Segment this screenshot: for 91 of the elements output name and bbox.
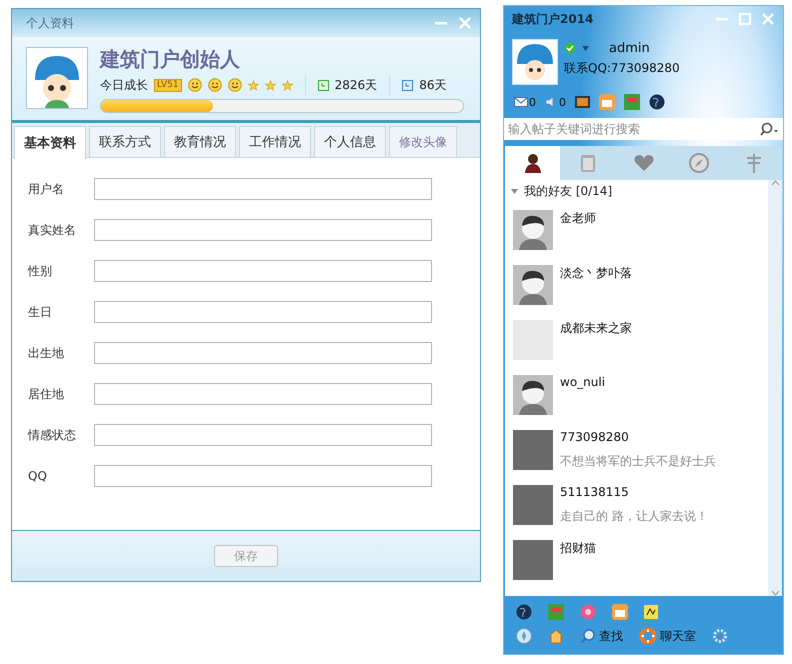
star-icon	[248, 80, 259, 90]
profile-tab[interactable]: 教育情况	[164, 126, 236, 157]
field-label: QQ	[28, 469, 48, 483]
person-icon	[524, 153, 542, 173]
caret-icon[interactable]	[582, 46, 589, 50]
photo-placeholder	[513, 540, 553, 580]
close-icon[interactable]	[761, 12, 775, 26]
friend-signature: 走自己的 路，让人家去说！	[560, 508, 708, 525]
avatar-drawing	[512, 39, 558, 85]
avatar-icon	[513, 210, 553, 250]
window-title: 建筑门户2014	[512, 10, 594, 28]
active-days: 86天	[419, 76, 446, 94]
status-icon[interactable]	[564, 42, 576, 54]
group-label[interactable]: 我的好友 [0/14]	[524, 182, 612, 200]
avatar-icon	[513, 265, 553, 305]
mail-count: 0	[529, 96, 536, 108]
app-icon[interactable]	[599, 94, 615, 110]
level-badge: LV51	[154, 78, 182, 92]
home-icon[interactable]	[548, 628, 564, 644]
compass-icon	[688, 153, 709, 173]
scroll-up-icon[interactable]	[770, 180, 780, 186]
photo-placeholder	[513, 430, 553, 470]
avatar-drawing	[26, 47, 88, 109]
scrollbar[interactable]	[768, 180, 782, 596]
profile-tab[interactable]: 基本资料	[14, 126, 86, 159]
profile-tab[interactable]: 个人信息	[314, 126, 386, 157]
input-field[interactable]	[94, 219, 432, 241]
field-label: 情感状态	[28, 426, 77, 444]
window-title: 个人资料	[26, 14, 75, 32]
flower-icon[interactable]	[580, 604, 596, 620]
friend-name[interactable]: 511138115	[560, 485, 708, 499]
mail-icon[interactable]	[514, 97, 528, 107]
smiley-icon	[208, 78, 222, 92]
avatar-icon	[513, 375, 553, 415]
input-field[interactable]	[94, 383, 432, 405]
star-icon	[264, 80, 276, 90]
lifebuoy-icon	[639, 627, 657, 645]
game-icon[interactable]	[548, 604, 564, 620]
friend-name[interactable]: wo_nuli	[560, 375, 606, 389]
magnifier-icon	[580, 628, 596, 644]
username: admin	[609, 40, 650, 56]
input-field[interactable]	[94, 424, 432, 446]
calendar-icon	[318, 80, 329, 90]
total-days: 2826天	[334, 76, 378, 94]
scroll-down-icon[interactable]	[770, 590, 780, 596]
expanded-icon[interactable]	[511, 188, 518, 194]
smiley-icon	[188, 78, 202, 92]
signpost-icon	[745, 153, 764, 173]
sound-count: 0	[559, 96, 566, 108]
input-field[interactable]	[94, 342, 432, 364]
picture-icon[interactable]	[575, 96, 590, 108]
game-icon[interactable]	[624, 94, 640, 110]
growth-label: 今日成长	[100, 76, 148, 94]
friend-name[interactable]: 金老师	[560, 210, 596, 227]
friend-name[interactable]: 773098280	[560, 430, 716, 444]
star-icon	[282, 80, 293, 90]
friend-name[interactable]: 招财猫	[560, 540, 596, 557]
input-field[interactable]	[94, 465, 432, 487]
compass-icon[interactable]	[516, 628, 532, 644]
field-label: 生日	[28, 304, 53, 320]
search-icon[interactable]	[759, 122, 779, 136]
friend-signature: 不想当将军的士兵不是好士兵	[560, 453, 716, 470]
app-icon[interactable]	[612, 604, 628, 620]
search-field[interactable]: 输入帖子关键词进行搜索	[504, 118, 783, 140]
change-avatar-tab[interactable]: 修改头像	[389, 126, 457, 157]
input-field[interactable]	[94, 301, 432, 323]
panel-tab[interactable]	[505, 146, 560, 180]
field-label: 性别	[28, 262, 53, 280]
field-label: 居住地	[28, 386, 65, 402]
friend-name[interactable]: 淡念丶梦卟落	[560, 265, 632, 282]
clipboard-icon	[580, 153, 596, 173]
profile-tab[interactable]: 联系方式	[89, 126, 161, 157]
settings-icon[interactable]	[712, 628, 728, 644]
close-icon[interactable]	[458, 16, 472, 30]
friend-name[interactable]: 成都未来之家	[560, 320, 632, 337]
input-field[interactable]	[94, 260, 432, 282]
contact-qq: 联系QQ:773098280	[564, 60, 680, 77]
note-icon[interactable]	[644, 605, 658, 619]
smiley-icon	[228, 78, 242, 92]
field-label: 用户名	[28, 180, 65, 198]
input-field[interactable]	[94, 178, 432, 200]
heart-icon	[632, 154, 655, 172]
maximize-icon[interactable]	[738, 12, 752, 26]
photo-placeholder	[513, 485, 553, 525]
field-label: 真实姓名	[28, 222, 77, 238]
clock-icon	[402, 80, 414, 90]
field-label: 出生地	[28, 344, 65, 362]
profile-name: 建筑门户创始人	[100, 47, 241, 71]
profile-tab[interactable]: 工作情况	[239, 126, 311, 157]
chat-room-button[interactable]: 聊天室	[639, 627, 696, 645]
find-button[interactable]: 查找	[580, 628, 623, 644]
